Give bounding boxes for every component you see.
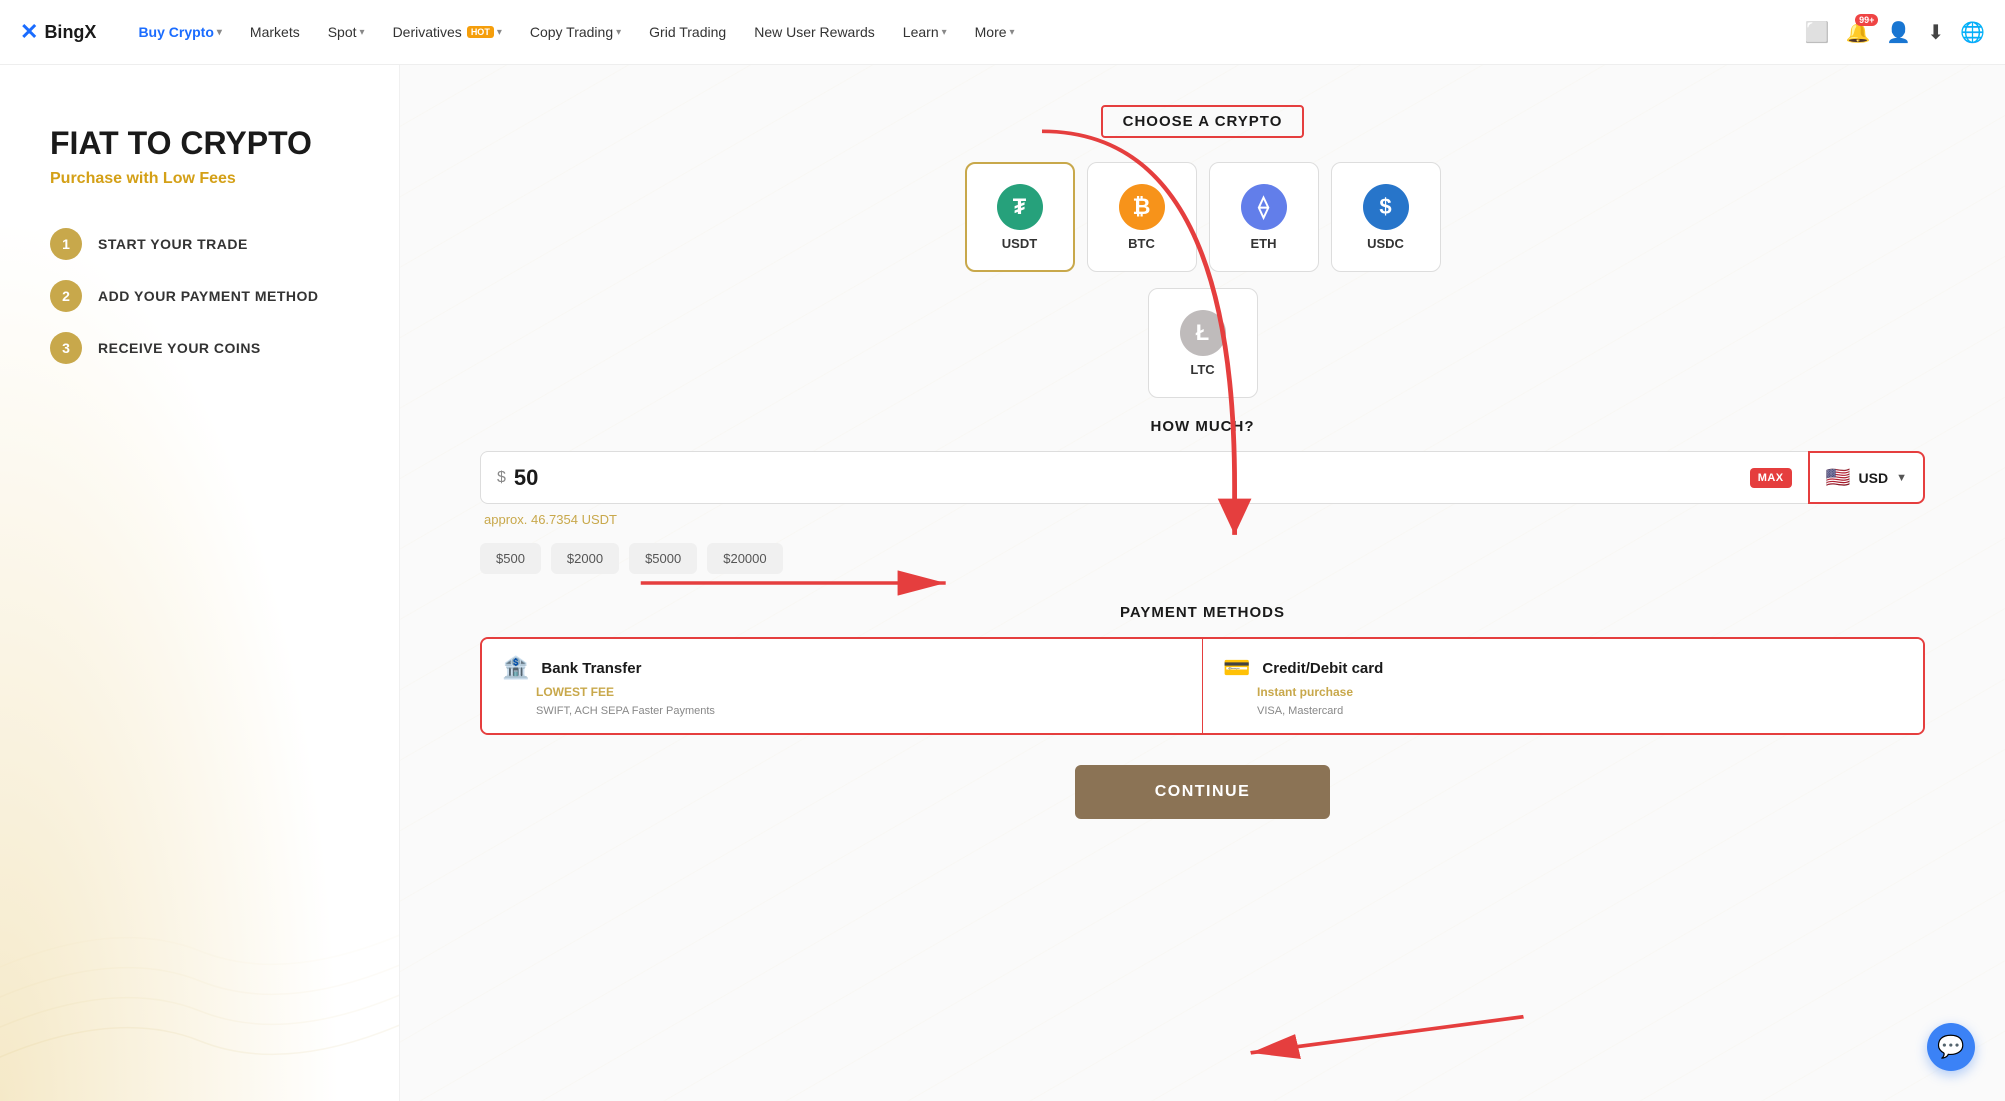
step-label-2: ADD YOUR PAYMENT METHOD [98,288,318,304]
amount-row: $ 50 MAX 🇺🇸 USD ▼ [480,451,1925,504]
quick-amount-5000[interactable]: $5000 [629,543,697,574]
sidebar-wave-decoration [0,801,400,1101]
nav-item-spot[interactable]: Spot▾ [316,18,377,46]
continue-button[interactable]: CONTINUE [1075,765,1331,819]
hot-badge: HOT [467,26,494,38]
choose-crypto-label: CHOOSE A CRYPTO [1101,105,1305,138]
payment-card-header-bank: 🏦 Bank Transfer [502,655,1182,681]
continue-wrap: CONTINUE [480,765,1925,819]
nav-item-more[interactable]: More▾ [963,18,1027,46]
payment-card-bank[interactable]: 🏦 Bank Transfer LOWEST FEE SWIFT, ACH SE… [482,639,1203,733]
notification-badge: 99+ [1855,14,1878,26]
main-layout: FIAT TO CRYPTO Purchase with Low Fees 1 … [0,65,2005,1101]
nav-item-learn[interactable]: Learn▾ [891,18,959,46]
nav-item-markets[interactable]: Markets [238,18,312,46]
dollar-sign: $ [497,469,506,487]
payment-icon-card: 💳 [1223,655,1250,681]
logo-x-icon: ✕ [20,19,38,45]
step-number-2: 2 [50,280,82,312]
step-number-1: 1 [50,228,82,260]
nav-chevron-icon: ▾ [217,27,222,38]
nav-item-new-user-rewards[interactable]: New User Rewards [742,18,887,46]
eth-icon: ⟠ [1241,184,1287,230]
crypto-grid-row1: ₮ USDT ₿ BTC ⟠ ETH $ USDC [480,162,1925,272]
payment-subtitle-bank: LOWEST FEE [536,685,1182,699]
nav-item-derivatives[interactable]: DerivativesHOT▾ [381,18,514,46]
crypto-grid-row2: Ł LTC [480,288,1925,398]
globe-icon[interactable]: 🌐 [1960,20,1985,45]
ltc-icon: Ł [1180,310,1226,356]
user-icon[interactable]: 👤 [1886,20,1911,45]
crypto-card-eth[interactable]: ⟠ ETH [1209,162,1319,272]
step-1: 1 START YOUR TRADE [50,228,349,260]
us-flag-icon: 🇺🇸 [1826,465,1851,490]
logo[interactable]: ✕ BingX [20,19,96,45]
logo-text: BingX [44,22,96,43]
quick-amount-20000[interactable]: $20000 [707,543,782,574]
crypto-card-usdc[interactable]: $ USDC [1331,162,1441,272]
amount-input-wrap[interactable]: $ 50 MAX [480,451,1808,504]
nav-item-buy-crypto[interactable]: Buy Crypto▾ [126,18,233,46]
amount-value[interactable]: 50 [514,465,1742,491]
usdt-name: USDT [1002,236,1037,251]
sidebar-subtitle: Purchase with Low Fees [50,170,349,188]
payment-desc-card: VISA, Mastercard [1257,705,1903,717]
payment-methods-label: PAYMENT METHODS [480,604,1925,621]
usdt-icon: ₮ [997,184,1043,230]
payment-title-bank: Bank Transfer [541,660,641,677]
download-icon[interactable]: ⬇ [1927,20,1944,45]
left-sidebar: FIAT TO CRYPTO Purchase with Low Fees 1 … [0,65,400,1101]
sidebar-title: FIAT TO CRYPTO [50,125,349,162]
btc-name: BTC [1128,236,1155,251]
quick-amount-2000[interactable]: $2000 [551,543,619,574]
nav-chevron-icon: ▾ [616,27,621,38]
eth-name: ETH [1251,236,1277,251]
how-much-label: HOW MUCH? [480,418,1925,435]
step-label-3: RECEIVE YOUR COINS [98,340,261,356]
choose-crypto-section: CHOOSE A CRYPTO [480,105,1925,138]
quick-amount-500[interactable]: $500 [480,543,541,574]
step-label-1: START YOUR TRADE [98,236,248,252]
nav-right: ⬜ 🔔 99+ 👤 ⬇ 🌐 [1805,20,1985,45]
quick-amounts: $500 $2000 $5000 $20000 [480,543,1925,574]
chat-button[interactable]: 💬 [1927,1023,1975,1071]
payment-card-card[interactable]: 💳 Credit/Debit card Instant purchase VIS… [1203,639,1923,733]
usdc-icon: $ [1363,184,1409,230]
currency-selector[interactable]: 🇺🇸 USD ▼ [1808,451,1925,504]
nav-chevron-icon: ▾ [360,27,365,38]
payment-subtitle-card: Instant purchase [1257,685,1903,699]
nav-chevron-icon: ▾ [1010,27,1015,38]
step-number-3: 3 [50,332,82,364]
steps-list: 1 START YOUR TRADE 2 ADD YOUR PAYMENT ME… [50,228,349,364]
step-3: 3 RECEIVE YOUR COINS [50,332,349,364]
ltc-name: LTC [1190,362,1214,377]
payment-methods-container: 🏦 Bank Transfer LOWEST FEE SWIFT, ACH SE… [480,637,1925,735]
nav-chevron-icon: ▾ [942,27,947,38]
crypto-card-btc[interactable]: ₿ BTC [1087,162,1197,272]
currency-name: USD [1859,470,1889,486]
nav-item-copy-trading[interactable]: Copy Trading▾ [518,18,633,46]
payment-title-card: Credit/Debit card [1262,660,1383,677]
payment-card-header-card: 💳 Credit/Debit card [1223,655,1903,681]
payment-desc-bank: SWIFT, ACH SEPA Faster Payments [536,705,1182,717]
usdc-name: USDC [1367,236,1404,251]
payment-icon-bank: 🏦 [502,655,529,681]
btc-icon: ₿ [1119,184,1165,230]
crypto-card-ltc[interactable]: Ł LTC [1148,288,1258,398]
notification-icon[interactable]: 🔔 99+ [1846,20,1871,45]
currency-chevron-icon: ▼ [1896,472,1907,484]
nav-chevron-icon: ▾ [497,27,502,38]
max-button[interactable]: MAX [1750,468,1792,488]
nav-items: Buy Crypto▾MarketsSpot▾DerivativesHOT▾Co… [126,18,1804,46]
navbar: ✕ BingX Buy Crypto▾MarketsSpot▾Derivativ… [0,0,2005,65]
right-content: CHOOSE A CRYPTO ₮ USDT ₿ BTC ⟠ ETH $ USD… [400,65,2005,1101]
crypto-card-usdt[interactable]: ₮ USDT [965,162,1075,272]
nav-item-grid-trading[interactable]: Grid Trading [637,18,738,46]
approx-text: approx. 46.7354 USDT [480,512,1925,527]
step-2: 2 ADD YOUR PAYMENT METHOD [50,280,349,312]
monitor-icon[interactable]: ⬜ [1805,20,1830,45]
